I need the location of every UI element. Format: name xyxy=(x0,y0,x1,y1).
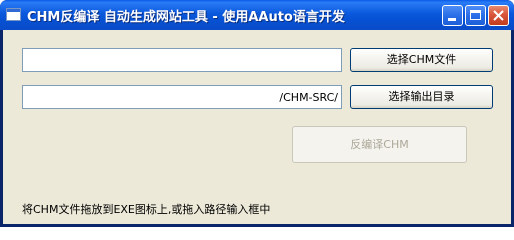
drag-drop-hint: 将CHM文件拖放到EXE图标上,或拖入路径输入框中 xyxy=(22,203,271,216)
decompile-chm-button[interactable]: 反编译CHM xyxy=(292,126,467,163)
dialog-client-area: 选择CHM文件 选择输出目录 反编译CHM 将CHM文件拖放到EXE图标上,或拖… xyxy=(3,30,511,224)
minimize-button[interactable] xyxy=(442,5,463,26)
window-title: CHM反编译 自动生成网站工具 - 使用AAuto语言开发 xyxy=(27,10,345,25)
close-button[interactable] xyxy=(488,5,509,26)
output-directory-input[interactable] xyxy=(22,85,342,109)
main-window: CHM反编译 自动生成网站工具 - 使用AAuto语言开发 选择CHM文件 选择… xyxy=(0,0,514,227)
maximize-button[interactable] xyxy=(465,5,486,26)
select-output-directory-button[interactable]: 选择输出目录 xyxy=(350,85,493,109)
title-bar[interactable]: CHM反编译 自动生成网站工具 - 使用AAuto语言开发 xyxy=(0,0,514,30)
chm-file-path-input[interactable] xyxy=(22,48,342,72)
close-icon xyxy=(493,10,504,21)
select-chm-file-button[interactable]: 选择CHM文件 xyxy=(350,48,493,72)
app-window-icon[interactable] xyxy=(6,8,21,21)
